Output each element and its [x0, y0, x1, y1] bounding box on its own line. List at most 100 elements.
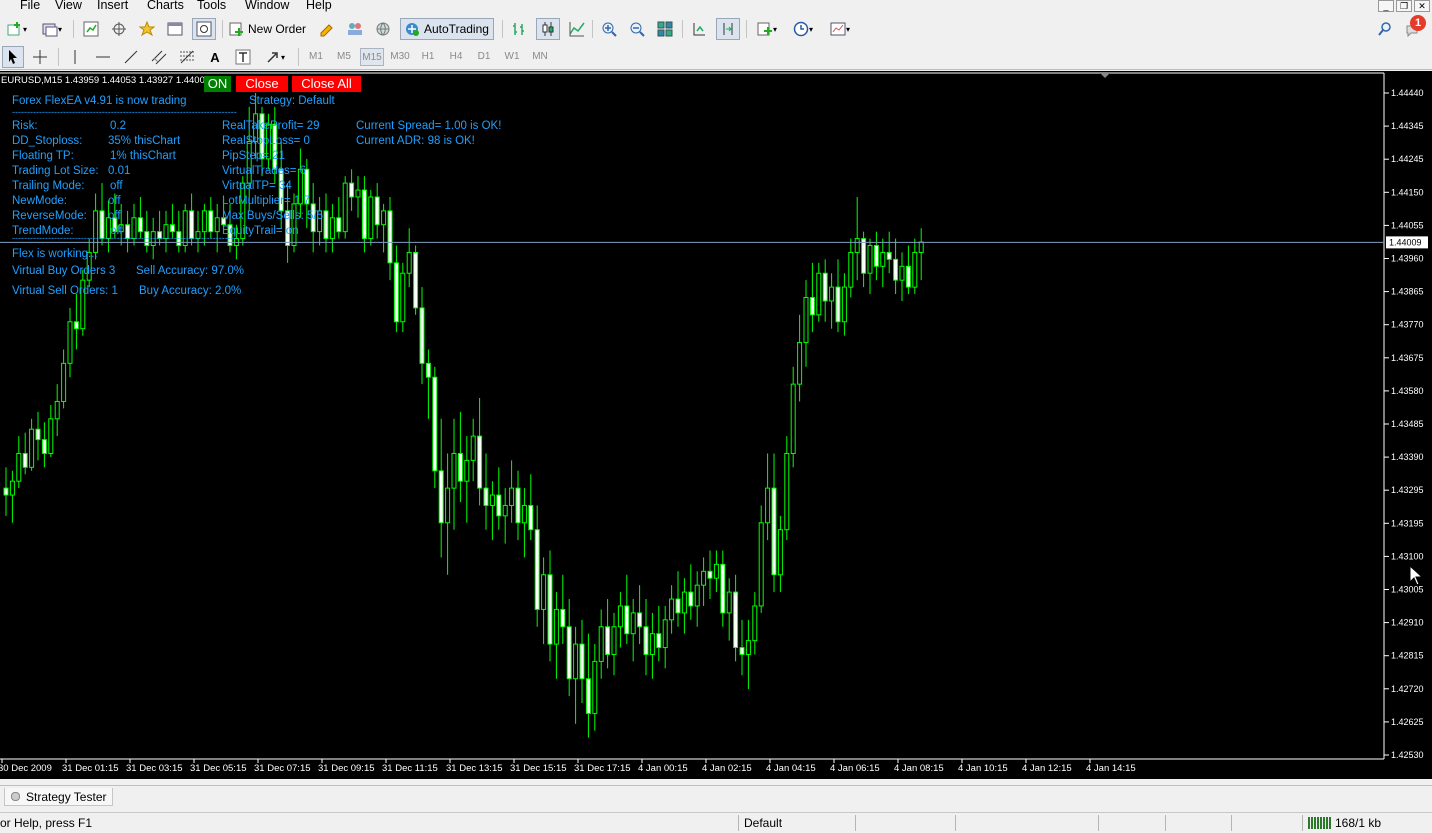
timeframe-h1[interactable]: H1 [417, 48, 439, 66]
candle-body [579, 643, 585, 680]
profiles-button[interactable]: ▾ [36, 18, 68, 40]
timeframe-mn[interactable]: MN [529, 48, 551, 66]
time-tick-label: 31 Dec 09:15 [318, 763, 375, 774]
time-tick-label: 31 Dec 13:15 [446, 763, 503, 774]
strategy-tester-tab[interactable]: Strategy Tester [4, 788, 114, 806]
candle-body [880, 251, 886, 267]
candlestick-button[interactable] [536, 18, 560, 40]
candle-body [470, 435, 476, 461]
candle-body [41, 439, 47, 454]
timeframe-d1[interactable]: D1 [473, 48, 495, 66]
cursor-tool[interactable] [2, 46, 24, 68]
timeframe-m30[interactable]: M30 [389, 48, 411, 66]
strategy-tester-panel: Strategy Tester [0, 785, 1432, 808]
indicators-button[interactable]: ▾ [752, 18, 782, 40]
menu-insert[interactable]: Insert [97, 0, 128, 12]
fibonacci-tool[interactable] [176, 46, 198, 68]
candle-body [419, 307, 425, 364]
candle-body [784, 452, 790, 531]
zoom-in-icon [601, 21, 617, 37]
new-order-button[interactable]: New Order [228, 18, 310, 40]
menu-help[interactable]: Help [306, 0, 332, 12]
timeframe-m5[interactable]: M5 [333, 48, 355, 66]
auto-scroll-icon [691, 21, 707, 37]
candle-body [758, 522, 764, 607]
autotrading-button[interactable]: AutoTrading [400, 18, 494, 40]
drawing-toolbar: A ▾ M1 M5 M15 M30 H1 H4 D1 W1 MN [0, 45, 1432, 70]
strategy-tester-button[interactable] [192, 18, 216, 40]
text-a-icon: A [210, 49, 220, 65]
price-tick-label: 1.44440 [1391, 88, 1424, 98]
ea-row-label: ReverseMode: [12, 210, 87, 222]
price-tick-label: 1.42910 [1391, 618, 1424, 628]
menu-window[interactable]: Window [245, 0, 289, 12]
zoom-in-button[interactable] [598, 18, 620, 40]
candle-body [73, 321, 79, 330]
timeframe-w1[interactable]: W1 [501, 48, 523, 66]
line-chart-button[interactable] [566, 18, 588, 40]
price-tick-label: 1.43485 [1391, 419, 1424, 429]
tile-windows-button[interactable] [654, 18, 676, 40]
navigator-button[interactable] [136, 18, 158, 40]
text-tool[interactable]: A [204, 46, 226, 68]
candle-body [662, 619, 668, 649]
metaeditor-button[interactable] [316, 18, 338, 40]
menu-file[interactable]: File [20, 0, 40, 12]
ea-row-value: off [108, 210, 121, 222]
equidistant-channel-tool[interactable] [148, 46, 170, 68]
timeframe-m15[interactable]: M15 [360, 48, 384, 66]
ea-mid-row: LotMultiplier= 1.7 [222, 195, 310, 207]
market-watch-button[interactable] [80, 18, 102, 40]
data-window-button[interactable] [108, 18, 130, 40]
ea-sell-accuracy: Sell Accuracy: 97.0% [136, 265, 245, 277]
notifications-button[interactable]: 1 [1400, 15, 1428, 40]
ea-strategy: Strategy: Default [249, 95, 335, 107]
new-chart-button[interactable]: ▾ [2, 18, 32, 40]
bar-chart-button[interactable] [508, 18, 530, 40]
chart-shift-button[interactable] [716, 18, 740, 40]
horizontal-line-tool[interactable] [92, 46, 114, 68]
arrows-tool[interactable]: ▾ [260, 46, 290, 68]
new-order-icon [228, 21, 244, 37]
timeframe-h4[interactable]: H4 [445, 48, 467, 66]
autotrading-icon [404, 21, 420, 37]
terminal-button[interactable] [164, 18, 186, 40]
templates-button[interactable]: ▾ [824, 18, 856, 40]
timeframe-m1[interactable]: M1 [305, 48, 327, 66]
trendline-tool[interactable] [120, 46, 142, 68]
status-traffic: 168/1 kb [1335, 816, 1382, 830]
candle-body [797, 342, 803, 385]
candle-body [61, 362, 67, 402]
menu-charts[interactable]: Charts [147, 0, 184, 12]
search-button[interactable] [1374, 18, 1396, 40]
chart-window[interactable]: 1.44440 1.44345 1.44245 1.44150 1.44055 1.439… [0, 71, 1432, 779]
ea-mid-row: PipStep= 21 [222, 150, 285, 162]
periods-button[interactable]: ▾ [788, 18, 818, 40]
auto-scroll-button[interactable] [688, 18, 710, 40]
candle-body [541, 574, 547, 610]
crosshair-tool[interactable] [29, 46, 51, 68]
vertical-line-tool[interactable] [64, 46, 86, 68]
candle-body [611, 626, 617, 655]
text-label-tool[interactable] [232, 46, 254, 68]
candle-body [3, 487, 9, 496]
status-profile: Default [744, 816, 783, 830]
ea-row-value: 35% thisChart [108, 135, 181, 147]
minimize-icon[interactable]: _ [1378, 0, 1394, 12]
price-tick-label: 1.42530 [1391, 750, 1424, 760]
restore-icon[interactable]: ❐ [1396, 0, 1412, 12]
menu-tools[interactable]: Tools [197, 0, 226, 12]
text-label-icon [235, 49, 251, 65]
signals-button[interactable] [344, 18, 366, 40]
time-tick-label: 30 Dec 2009 [0, 763, 52, 774]
zoom-out-button[interactable] [626, 18, 648, 40]
candle-body [509, 487, 515, 506]
candle-body [867, 245, 873, 274]
time-tick-label: 4 Jan 10:15 [958, 763, 1008, 774]
close-window-icon[interactable]: ✕ [1414, 0, 1430, 12]
time-tick-label: 4 Jan 12:15 [1022, 763, 1072, 774]
candle-body [592, 660, 598, 714]
notification-badge: 1 [1410, 15, 1426, 31]
market-button[interactable] [372, 18, 394, 40]
menu-view[interactable]: View [55, 0, 82, 12]
